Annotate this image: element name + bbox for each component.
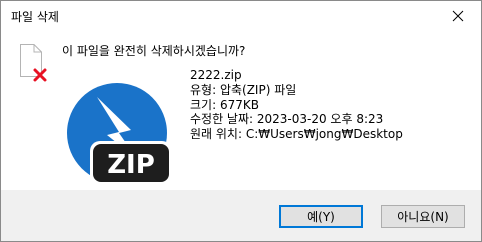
dialog-footer: 예 (Y) 아니요 (N)	[1, 190, 481, 241]
zip-badge-text: ZIP	[107, 150, 155, 180]
file-info: 2222.zip 유형: 압축(ZIP) 파일 크기: 677KB 수정한 날짜…	[190, 68, 403, 142]
close-icon	[452, 10, 464, 22]
yes-button-label: 예	[307, 210, 319, 224]
confirm-message: 이 파일을 완전히 삭제하시겠습니까?	[62, 44, 246, 58]
window-title: 파일 삭제	[11, 10, 59, 24]
file-location: 원래 위치: C:₩Users₩jong₩Desktop	[190, 127, 403, 142]
delete-file-dialog: 파일 삭제 이 파일을 완전히 삭제하시겠습니까? ZIP 2222.zip 유…	[0, 0, 482, 242]
title-bar: 파일 삭제	[1, 1, 481, 31]
no-button-label: 아니요	[397, 210, 431, 224]
yes-button[interactable]: 예 (Y)	[279, 205, 363, 228]
file-name: 2222.zip	[190, 68, 242, 82]
zip-file-icon: ZIP	[67, 83, 172, 185]
close-button[interactable]	[435, 1, 481, 31]
delete-document-icon	[20, 44, 47, 82]
file-size: 크기: 677KB	[190, 97, 259, 112]
dialog-content: 이 파일을 완전히 삭제하시겠습니까? ZIP 2222.zip 유형: 압축(…	[1, 31, 481, 190]
file-modified: 수정한 날짜: 2023-03-20 오후 8:23	[190, 112, 384, 127]
file-type: 유형: 압축(ZIP) 파일	[190, 82, 297, 97]
yes-button-mnemonic: (Y)	[318, 209, 335, 224]
no-button-mnemonic: (N)	[430, 209, 449, 224]
no-button[interactable]: 아니요 (N)	[381, 205, 465, 228]
